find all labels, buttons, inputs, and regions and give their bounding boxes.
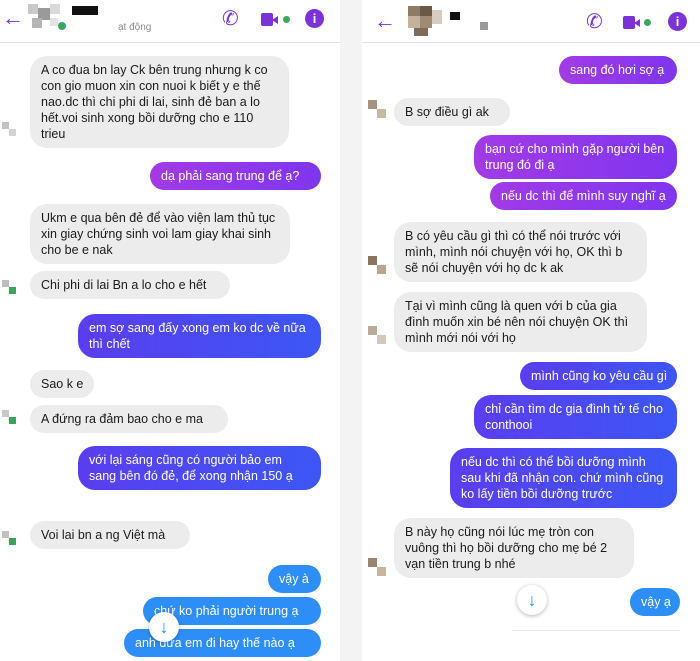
message-outgoing: sang đó hơi sợ ạ bbox=[559, 56, 677, 84]
message-outgoing: em sợ sang đấy xong em ko dc về nữa thì … bbox=[78, 314, 321, 358]
message-incoming: B có yêu cầu gì thì có thể nói trước với… bbox=[394, 222, 647, 282]
video-camera-icon[interactable] bbox=[261, 13, 278, 26]
right-chat-panel: ← ✆ i sang đó hơi sợ ạ B sợ điều gì ak b… bbox=[362, 0, 700, 661]
message-incoming: Sao k e bbox=[30, 370, 94, 398]
message-outgoing: bạn cứ cho mình gặp người bên trung đó đ… bbox=[474, 135, 677, 179]
message-outgoing: chỉ cần tìm dc gia đình tử tế cho contho… bbox=[474, 395, 677, 439]
message-outgoing: vậy à bbox=[268, 565, 321, 593]
message-incoming: A đứng ra đảm bao cho e ma bbox=[30, 405, 228, 433]
back-arrow-icon[interactable]: ← bbox=[374, 10, 396, 32]
scroll-down-button[interactable]: ↓ bbox=[149, 612, 179, 642]
message-incoming: A co đua bn lay Ck bên trung nhưng k co … bbox=[30, 56, 289, 148]
message-incoming: Chi phi di lai Bn a lo cho e hết bbox=[30, 271, 230, 299]
info-icon[interactable]: i bbox=[305, 9, 324, 28]
chat-header: ← ✆ i bbox=[362, 0, 700, 43]
info-icon[interactable]: i bbox=[668, 12, 687, 31]
sender-avatar bbox=[2, 122, 16, 136]
message-incoming: B sợ điều gì ak bbox=[394, 98, 510, 126]
panel-divider bbox=[340, 0, 362, 661]
sender-avatar bbox=[368, 100, 386, 118]
message-outgoing: dạ phải sang trung để ạ? bbox=[150, 162, 321, 190]
sender-avatar bbox=[2, 280, 16, 294]
message-outgoing: nếu dc thì để mình suy nghĩ ạ bbox=[490, 182, 677, 210]
back-arrow-icon[interactable]: ← bbox=[2, 7, 24, 29]
sender-avatar bbox=[368, 326, 386, 344]
message-outgoing: với lại sáng cũng có người bảo em sang b… bbox=[78, 446, 321, 490]
active-status: ạt động bbox=[118, 22, 152, 33]
phone-icon[interactable]: ✆ bbox=[586, 12, 603, 32]
phone-icon[interactable]: ✆ bbox=[222, 9, 239, 29]
contact-avatar[interactable] bbox=[408, 6, 444, 36]
message-incoming: Ukm e qua bên đẻ để vào viện lam thủ tục… bbox=[30, 204, 290, 264]
contact-avatar[interactable] bbox=[28, 4, 66, 32]
chat-header: ← ạt động ✆ i bbox=[0, 0, 340, 43]
message-outgoing: mình cũng ko yêu cầu gì bbox=[520, 362, 677, 390]
video-camera-icon[interactable] bbox=[623, 16, 640, 29]
active-dot bbox=[644, 19, 651, 26]
sender-avatar bbox=[368, 256, 386, 274]
message-incoming: Tại vì mình cũng là quen với b của gia đ… bbox=[394, 292, 647, 352]
contact-name-redacted bbox=[450, 12, 460, 20]
contact-name-redacted bbox=[72, 6, 98, 15]
sender-avatar bbox=[2, 531, 16, 545]
scroll-down-button[interactable]: ↓ bbox=[517, 585, 547, 615]
left-chat-panel: ← ạt động ✆ i A co đua bn lay Ck bên tru… bbox=[0, 0, 340, 661]
active-dot bbox=[283, 16, 290, 23]
composer-divider bbox=[512, 630, 680, 631]
message-outgoing: nếu dc thì có thể bồi dưỡng mình sau khi… bbox=[450, 448, 677, 508]
sender-avatar bbox=[368, 558, 386, 576]
message-incoming: B này họ cũng nói lúc mẹ tròn con vuông … bbox=[394, 518, 634, 578]
sender-avatar bbox=[2, 410, 16, 424]
message-outgoing: vậy ạ bbox=[630, 588, 680, 616]
contact-name-redacted bbox=[480, 22, 488, 30]
message-incoming: Voi lai bn a ng Việt mà bbox=[30, 521, 190, 549]
